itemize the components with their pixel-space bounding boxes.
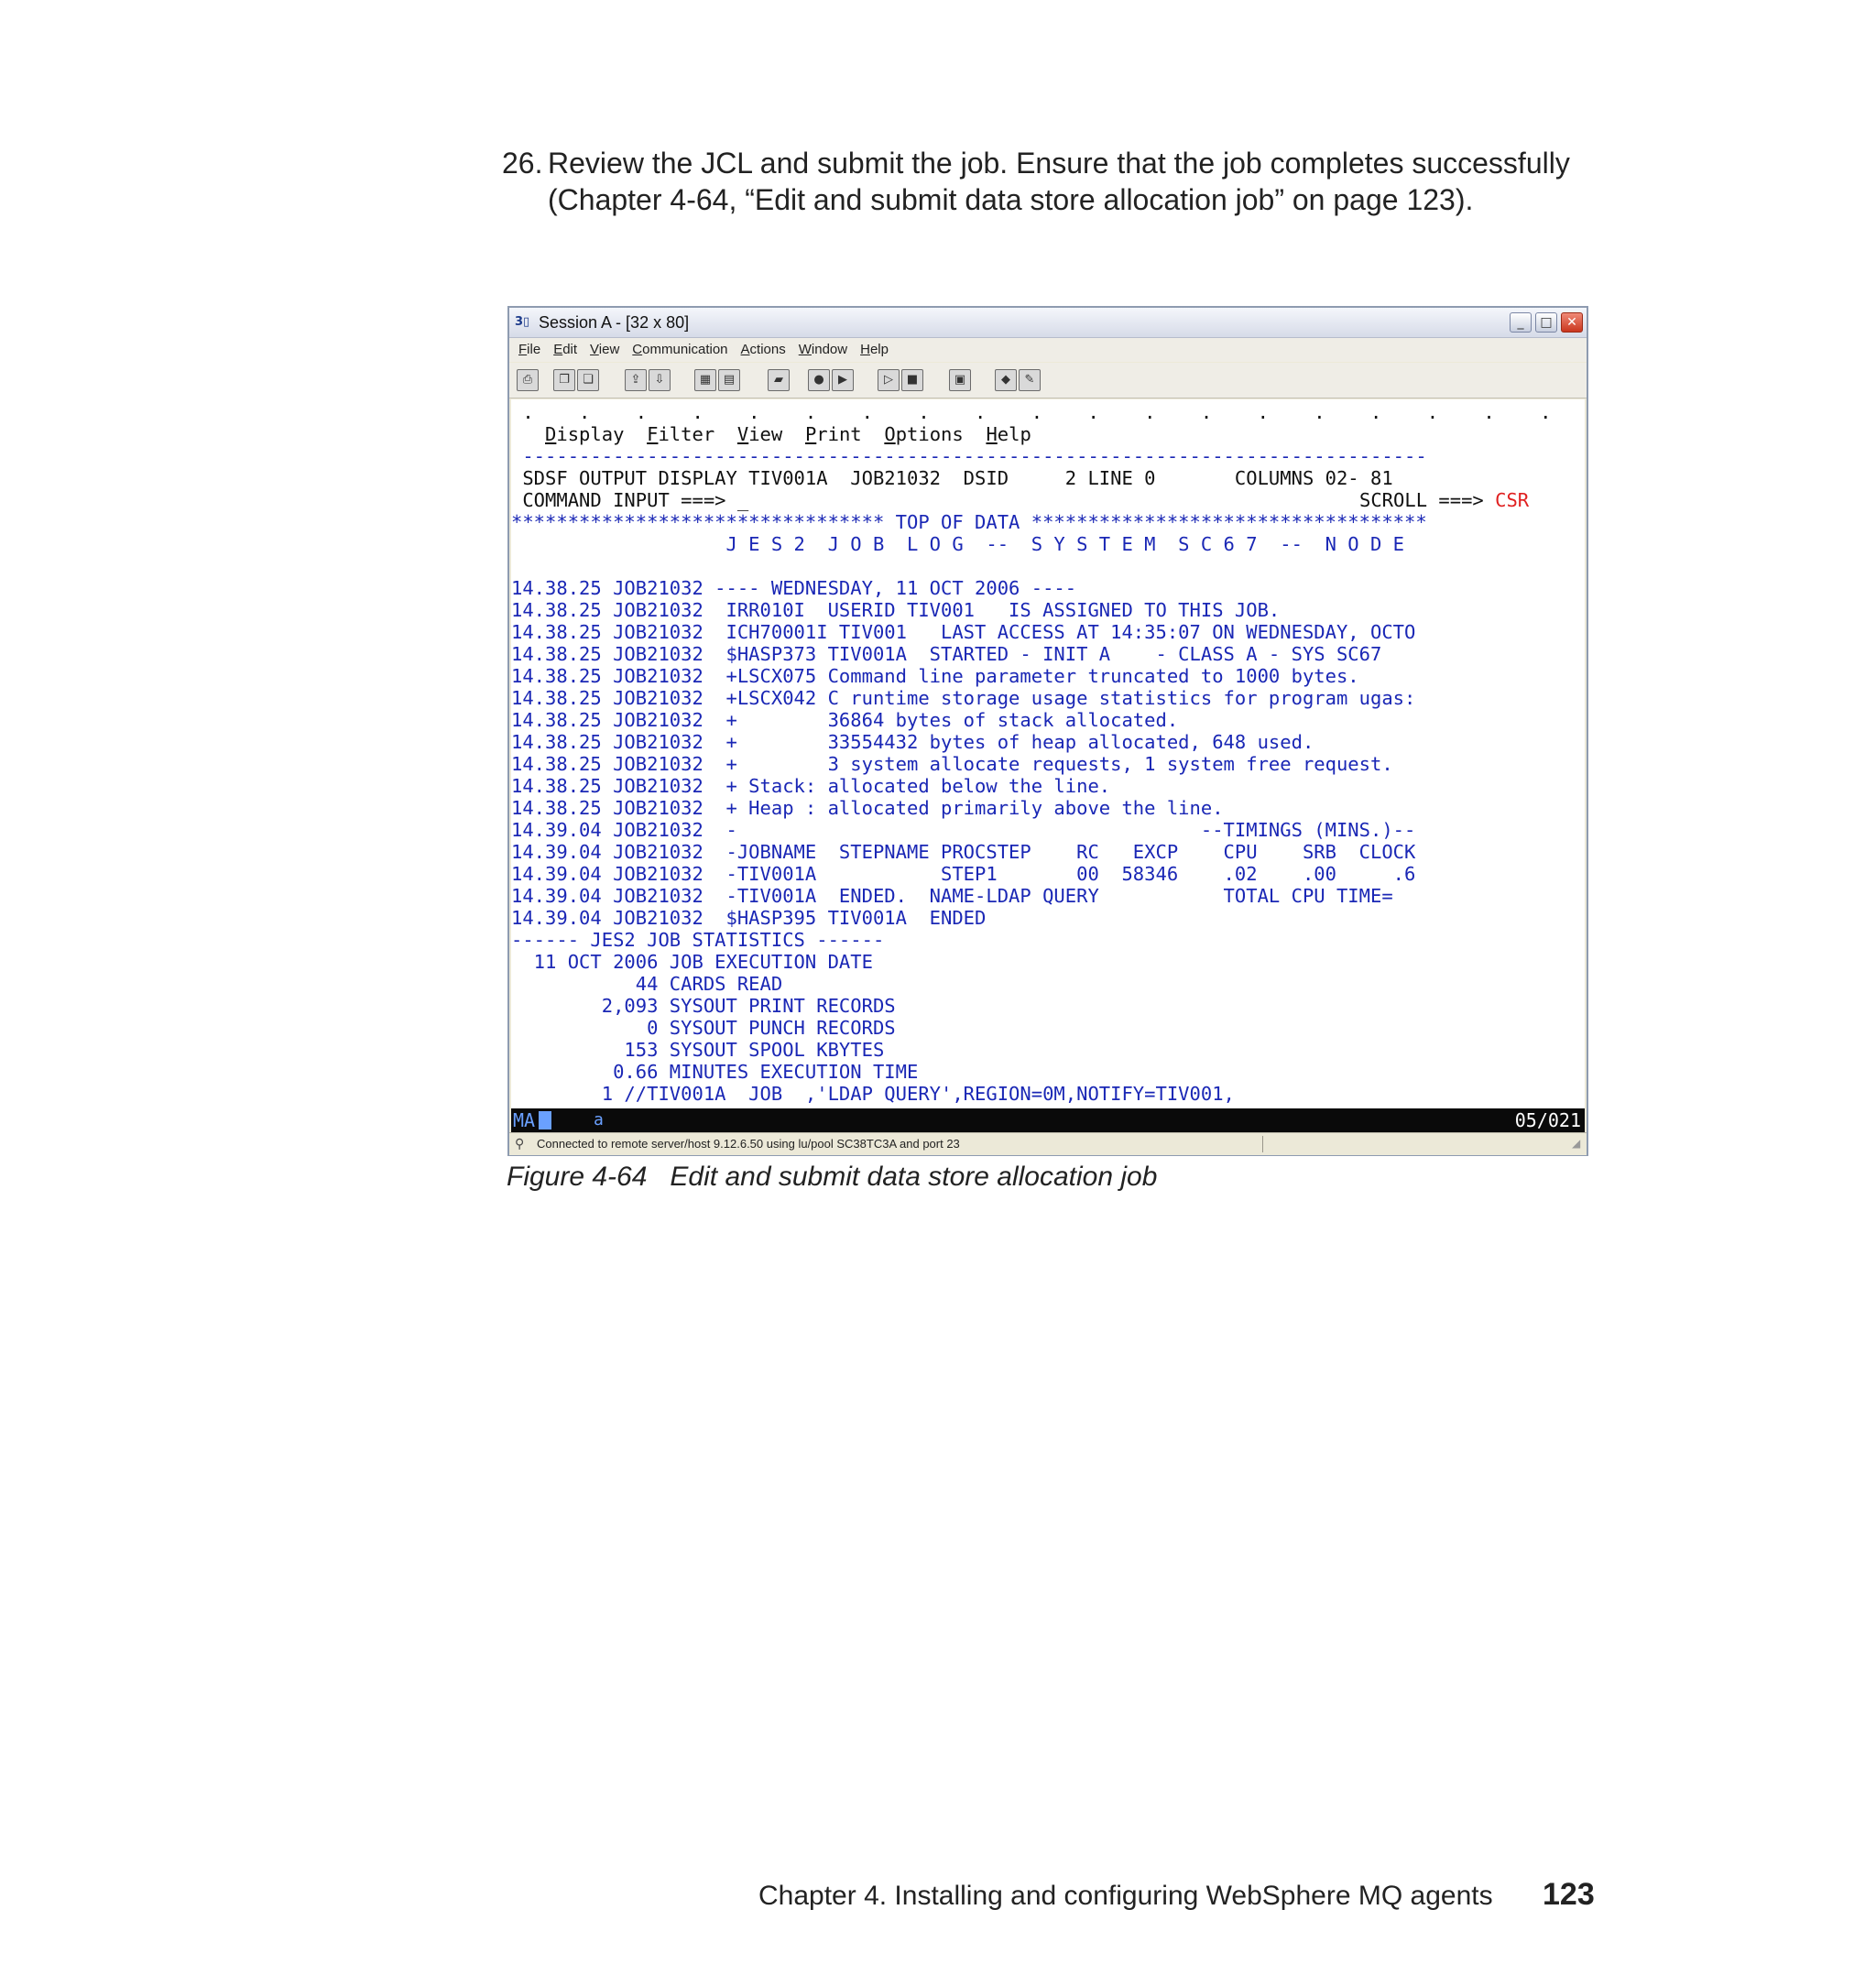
pulldown-view[interactable]: View [737,423,782,445]
close-button[interactable]: ✕ [1561,312,1583,333]
command-line: COMMAND INPUT ===> _ SCROLL ===> CSR [511,489,1585,511]
log-line: 14.38.25 JOB21032 IRR010I USERID TIV001 … [511,599,1281,621]
color-icon[interactable]: ◆ [995,369,1017,391]
menu-edit[interactable]: Edit [553,338,577,362]
print-screen-icon[interactable]: ⎙ [517,369,539,391]
log-line: 14.38.25 JOB21032 +LSCX042 C runtime sto… [511,687,1416,709]
footer-chapter-title: Chapter 4. Installing and configuring We… [758,1881,1493,1911]
log-line: 11 OCT 2006 JOB EXECUTION DATE [511,951,873,973]
record-icon[interactable]: ● [808,369,830,391]
clipboard-icon[interactable]: ▣ [949,369,971,391]
session-mode: MA [513,1109,536,1131]
title-bar[interactable]: 3▯ Session A - [32 x 80] _ □ ✕ [509,308,1587,338]
start-macro-icon[interactable]: ▷ [878,369,900,391]
sdsf-header-line: SDSF OUTPUT DISPLAY TIV001A JOB21032 DSI… [511,467,1393,489]
scroll-label: SCROLL ===> [1359,489,1484,511]
log-line: 14.39.04 JOB21032 - --TIMINGS (MINS.)-- [511,819,1416,841]
log-line: 14.39.04 JOB21032 -TIV001A STEP1 00 5834… [511,863,1416,885]
play-icon[interactable]: ▶ [832,369,854,391]
status-separator [1262,1136,1263,1152]
log-line: 153 SYSOUT SPOOL KBYTES [511,1039,885,1061]
receive-icon[interactable]: ⇩ [649,369,671,391]
display-icon[interactable]: ▦ [694,369,716,391]
log-line: 1 //TIV001A JOB ,'LDAP QUERY',REGION=0M,… [511,1083,1235,1105]
log-line: 14.38.25 JOB21032 +LSCX075 Command line … [511,665,1359,687]
jes2-log-header: J E S 2 J O B L O G -- S Y S T E M S C 6… [511,533,1405,555]
macro-icon[interactable]: ▰ [768,369,790,391]
connection-text: Connected to remote server/host 9.12.6.5… [537,1137,960,1151]
toolbar: ⎙ ❐ ❏ ⇪ ⇩ ▦ ▤ ▰ ● ▶ ▷ ■ ▣ ◆ ✎ [509,363,1587,398]
log-line: 2,093 SYSOUT PRINT RECORDS [511,995,896,1017]
log-line: 14.38.25 JOB21032 + Heap : allocated pri… [511,797,1224,819]
menu-help[interactable]: Help [860,338,889,362]
maximize-button[interactable]: □ [1535,312,1557,333]
session-window: 3▯ Session A - [32 x 80] _ □ ✕ File Edit V… [507,306,1588,1156]
minimize-button[interactable]: _ [1510,312,1532,333]
cursor-position: 05/021 [1514,1109,1581,1131]
terminal-screen[interactable]: . . . . . . . . . . . . . . . . . . . . … [511,399,1585,1108]
stop-macro-icon[interactable]: ■ [901,369,923,391]
menu-bar: File Edit View Communication Actions Window He… [509,338,1587,362]
log-line: 14.38.25 JOB21032 + Stack: allocated bel… [511,775,1111,797]
log-line: 14.38.25 JOB21032 + 33554432 bytes of he… [511,731,1314,753]
top-of-data-line: ********************************* TOP OF… [511,511,1427,533]
menu-view[interactable]: View [590,338,619,362]
mode-indicator-block [539,1111,551,1129]
log-line: 14.38.25 JOB21032 ---- WEDNESDAY, 11 OCT… [511,577,1077,599]
operator-info-area: MA a 05/021 [511,1108,1585,1132]
command-input-field[interactable]: _ [737,489,748,511]
log-line: 0 SYSOUT PUNCH RECORDS [511,1017,896,1039]
step-text: Review the JCL and submit the job. Ensur… [548,147,1570,216]
resize-grip-icon[interactable]: ◢ [1572,1137,1585,1150]
log-line: 14.39.04 JOB21032 $HASP395 TIV001A ENDED [511,907,987,929]
sdsf-action-bar: Display Filter View Print Options Help [511,423,1585,445]
command-input-label: COMMAND INPUT ===> [511,489,726,511]
step-instruction: 26. Review the JCL and submit the job. E… [502,145,1601,218]
log-line: 14.38.25 JOB21032 + 3 system allocate re… [511,753,1393,775]
terminal-app-icon: 3▯ [515,315,530,329]
log-line: 14.39.04 JOB21032 -JOBNAME STEPNAME PROC… [511,841,1416,863]
log-line: ------ JES2 JOB STATISTICS ------ [511,929,885,951]
connection-status-bar: ⚲ Connected to remote server/host 9.12.6… [509,1132,1587,1155]
menu-window[interactable]: Window [799,338,847,362]
session-indicator: a [594,1110,604,1129]
separator-line: ----------------------------------------… [511,445,1427,467]
figure-caption: Figure 4-64 Edit and submit data store a… [507,1162,1158,1192]
menu-communication[interactable]: Communication [632,338,727,362]
window-title: Session A - [32 x 80] [539,313,690,332]
step-number: 26. [502,147,543,180]
pulldown-display[interactable]: Display [545,423,624,445]
pulldown-print[interactable]: Print [805,423,862,445]
log-line: 14.38.25 JOB21032 + 36864 bytes of stack… [511,709,1179,731]
footer-page-number: 123 [1543,1877,1595,1912]
log-line: 14.38.25 JOB21032 ICH70001I TIV001 LAST … [511,621,1416,643]
connection-icon: ⚲ [515,1137,525,1151]
scroll-value[interactable]: CSR [1495,489,1529,511]
keypad-icon[interactable]: ▤ [718,369,740,391]
pulldown-filter[interactable]: Filter [647,423,714,445]
paste-icon[interactable]: ❏ [577,369,599,391]
screen-dots: . . . . . . . . . . . . . . . . . . . . … [522,401,1552,423]
send-icon[interactable]: ⇪ [625,369,647,391]
log-line: 44 CARDS READ [511,973,783,995]
log-line: 14.38.25 JOB21032 $HASP373 TIV001A START… [511,643,1382,665]
copy-icon[interactable]: ❐ [553,369,575,391]
menu-actions[interactable]: Actions [741,338,786,362]
map-icon[interactable]: ✎ [1019,369,1041,391]
log-line: 14.39.04 JOB21032 -TIV001A ENDED. NAME-L… [511,885,1393,907]
log-line: 0.66 MINUTES EXECUTION TIME [511,1061,919,1083]
pulldown-help[interactable]: Help [986,423,1031,445]
menu-file[interactable]: File [518,338,540,362]
pulldown-options[interactable]: Options [884,423,963,445]
